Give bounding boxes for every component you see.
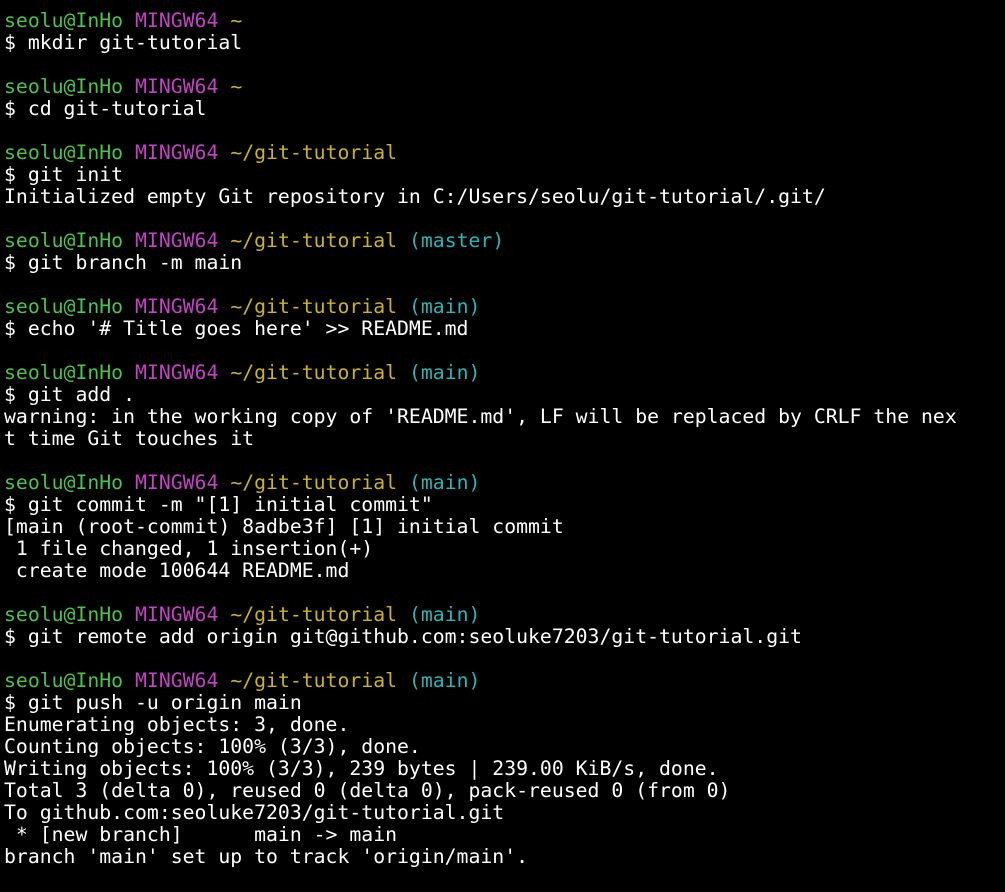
prompt-user: seolu@InHo [4,471,124,494]
command-line: $ git add . [4,383,136,406]
output-line: Counting objects: 100% (3/3), done. [4,735,421,758]
prompt-system: MINGW64 [135,295,219,318]
output-line: Initialized empty Git repository in C:/U… [4,185,826,208]
command-line: $ git init [4,163,124,186]
prompt-branch: (main) [408,669,481,692]
command-line: $ git commit -m "[1] initial commit" [4,493,433,516]
prompt-user: seolu@InHo [4,361,124,384]
prompt-system: MINGW64 [135,669,219,692]
prompt-user: seolu@InHo [4,141,124,164]
prompt-line: seolu@InHo MINGW64 ~ [4,10,957,32]
prompt-user: seolu@InHo [4,603,124,626]
output-line: create mode 100644 README.md [4,559,350,582]
prompt-line: seolu@InHo MINGW64 ~ [4,76,957,98]
output-line: To github.com:seoluke7203/git-tutorial.g… [4,801,505,824]
prompt-path: ~ [230,9,243,32]
output-line: branch 'main' set up to track 'origin/ma… [4,845,529,868]
prompt-line: seolu@InHo MINGW64 ~/git-tutorial (main) [4,362,957,384]
prompt-path: ~/git-tutorial [230,471,398,494]
prompt-system: MINGW64 [135,229,219,252]
prompt-branch: (main) [408,471,481,494]
output-line: warning: in the working copy of 'README.… [4,405,957,428]
command-line: $ cd git-tutorial [4,97,207,120]
prompt-branch: (main) [408,295,481,318]
terminal-output[interactable]: seolu@InHo MINGW64 ~ $ mkdir git-tutorial… [4,10,957,890]
output-line: Total 3 (delta 0), reused 0 (delta 0), p… [4,779,731,802]
prompt-system: MINGW64 [135,75,219,98]
prompt-user: seolu@InHo [4,669,124,692]
command-line: $ echo '# Title goes here' >> README.md [4,317,469,340]
prompt-line: seolu@InHo MINGW64 ~/git-tutorial (maste… [4,230,957,252]
prompt-branch: (main) [408,361,481,384]
prompt-user: seolu@InHo [4,229,124,252]
command-line: $ git branch -m main [4,251,243,274]
prompt-line: seolu@InHo MINGW64 ~/git-tutorial (main) [4,296,957,318]
prompt-line: seolu@InHo MINGW64 ~/git-tutorial (main) [4,670,957,692]
prompt-system: MINGW64 [135,9,219,32]
terminal-window[interactable]: seolu@InHo MINGW64 ~ $ mkdir git-tutorial… [0,0,1005,892]
output-line: t time Git touches it [4,427,255,450]
prompt-path: ~/git-tutorial [230,603,398,626]
output-line: * [new branch] main -> main [4,823,398,846]
prompt-path: ~/git-tutorial [230,295,398,318]
prompt-user: seolu@InHo [4,9,124,32]
prompt-path: ~/git-tutorial [230,229,398,252]
prompt-line: seolu@InHo MINGW64 ~/git-tutorial (main) [4,604,957,626]
prompt-system: MINGW64 [135,141,219,164]
prompt-path: ~/git-tutorial [230,141,398,164]
command-line: $ mkdir git-tutorial [4,31,243,54]
command-line: $ git remote add origin git@github.com:s… [4,625,802,648]
command-line: $ git push -u origin main [4,691,302,714]
prompt-path: ~ [230,75,243,98]
prompt-system: MINGW64 [135,471,219,494]
prompt-line: seolu@InHo MINGW64 ~/git-tutorial (main) [4,472,957,494]
prompt-path: ~/git-tutorial [230,669,398,692]
output-line: Enumerating objects: 3, done. [4,713,350,736]
prompt-line: seolu@InHo MINGW64 ~/git-tutorial [4,142,957,164]
prompt-path: ~/git-tutorial [230,361,398,384]
output-line: [main (root-commit) 8adbe3f] [1] initial… [4,515,564,538]
prompt-branch: (master) [408,229,505,252]
prompt-user: seolu@InHo [4,295,124,318]
output-line: Writing objects: 100% (3/3), 239 bytes |… [4,757,719,780]
prompt-user: seolu@InHo [4,75,124,98]
prompt-system: MINGW64 [135,603,219,626]
prompt-system: MINGW64 [135,361,219,384]
output-line: 1 file changed, 1 insertion(+) [4,537,374,560]
prompt-branch: (main) [408,603,481,626]
